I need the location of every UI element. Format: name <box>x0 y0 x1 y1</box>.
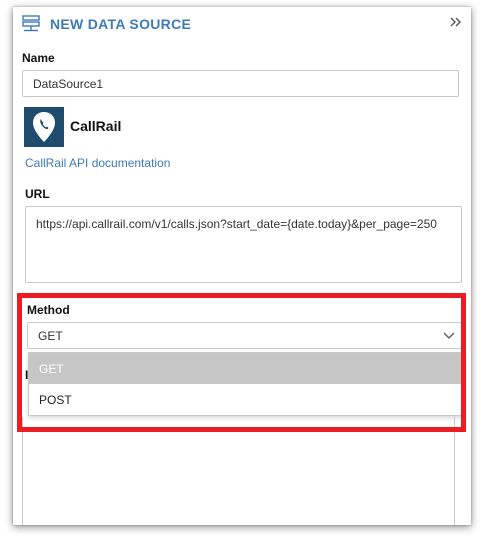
method-option-post[interactable]: POST <box>29 384 463 415</box>
api-documentation-link[interactable]: CallRail API documentation <box>25 156 170 170</box>
url-textarea[interactable]: https://api.callrail.com/v1/calls.json?s… <box>25 206 462 283</box>
method-select-value: GET <box>38 328 63 343</box>
provider-name: CallRail <box>70 118 122 134</box>
collapse-panel-icon[interactable] <box>449 15 463 29</box>
url-value: https://api.callrail.com/v1/calls.json?s… <box>36 217 437 231</box>
panel-header: NEW DATA SOURCE <box>13 7 471 41</box>
callrail-logo <box>24 107 64 147</box>
hidden-field-box <box>22 417 455 525</box>
name-input-value: DataSource1 <box>33 76 104 91</box>
method-select[interactable]: GET <box>27 322 463 349</box>
location-pin-icon <box>33 112 55 142</box>
chevron-down-icon <box>443 332 455 339</box>
name-input[interactable]: DataSource1 <box>22 70 459 97</box>
panel-title: NEW DATA SOURCE <box>50 16 192 32</box>
data-source-icon <box>22 15 40 32</box>
method-dropdown-list: GET POST <box>28 352 464 416</box>
name-label: Name <box>22 51 55 65</box>
url-label: URL <box>25 187 50 201</box>
method-option-get[interactable]: GET <box>29 353 463 384</box>
new-data-source-panel: NEW DATA SOURCE Name DataSource1 CallRai… <box>13 7 471 525</box>
method-label: Method <box>27 303 70 317</box>
